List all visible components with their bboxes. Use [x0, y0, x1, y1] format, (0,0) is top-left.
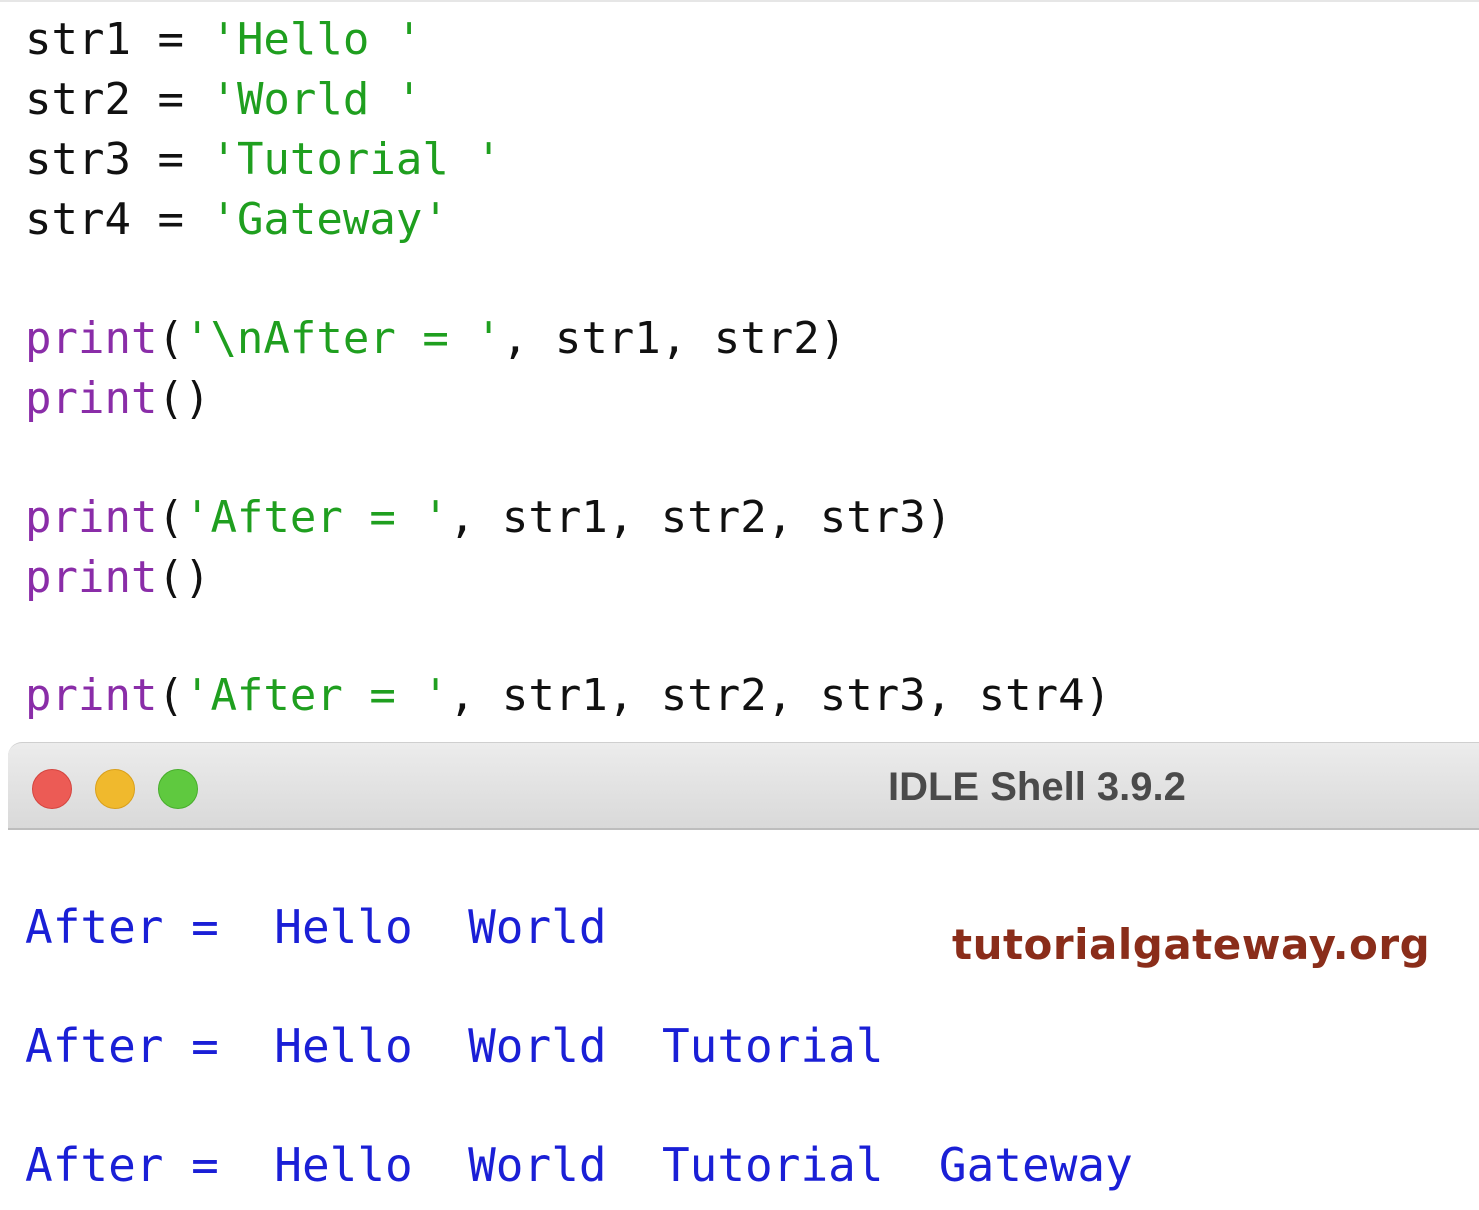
assign-operator: =: [130, 134, 211, 185]
code-line-str3: str3 = 'Tutorial ': [25, 130, 502, 190]
code-line-str2: str2 = 'World ': [25, 70, 422, 130]
code-line-str1: str1 = 'Hello ': [25, 10, 422, 70]
variable-name: str1: [25, 14, 131, 65]
print-keyword: print: [25, 373, 158, 424]
open-paren: (: [157, 492, 184, 543]
watermark-logo: tutorialgateway.org: [952, 920, 1431, 969]
shell-output-line: After = Hello World Tutorial Gateway: [25, 1138, 1133, 1192]
variable-name: str2: [25, 74, 131, 125]
print-args: , str1, str2): [501, 313, 847, 364]
shell-output-line: After = Hello World: [25, 900, 607, 954]
window-titlebar[interactable]: IDLE Shell 3.9.2: [8, 742, 1479, 830]
string-literal: 'Gateway': [210, 194, 449, 245]
print-args: (): [157, 552, 211, 603]
code-editor[interactable]: str1 = 'Hello ' str2 = 'World ' str3 = '…: [0, 0, 1479, 745]
maximize-window-button[interactable]: [158, 769, 198, 809]
string-literal: 'Hello ': [210, 14, 423, 65]
code-line-str4: str4 = 'Gateway': [25, 190, 449, 250]
code-line-print5: print('After = ', str1, str2, str3, str4…: [25, 666, 1111, 726]
close-window-button[interactable]: [32, 769, 72, 809]
open-paren: (: [157, 313, 184, 364]
assign-operator: =: [130, 14, 211, 65]
print-keyword: print: [25, 552, 158, 603]
minimize-window-button[interactable]: [95, 769, 135, 809]
print-args: , str1, str2, str3): [448, 492, 953, 543]
code-line-print2: print(): [25, 369, 210, 429]
idle-shell-window: IDLE Shell 3.9.2 After = Hello World tut…: [8, 742, 1479, 1210]
shell-output-line: After = Hello World Tutorial: [25, 1019, 884, 1073]
string-literal: 'After = ': [183, 670, 449, 721]
variable-name: str4: [25, 194, 131, 245]
print-keyword: print: [25, 492, 158, 543]
variable-name: str3: [25, 134, 131, 185]
code-line-print1: print('\nAfter = ', str1, str2): [25, 309, 846, 369]
assign-operator: =: [130, 74, 211, 125]
window-title: IDLE Shell 3.9.2: [888, 765, 1186, 809]
print-args: (): [157, 373, 211, 424]
print-keyword: print: [25, 313, 158, 364]
string-literal: '\nAfter = ': [183, 313, 502, 364]
string-literal: 'After = ': [183, 492, 449, 543]
print-keyword: print: [25, 670, 158, 721]
open-paren: (: [157, 670, 184, 721]
string-literal: 'Tutorial ': [210, 134, 502, 185]
code-line-print3: print('After = ', str1, str2, str3): [25, 488, 952, 548]
code-line-print4: print(): [25, 548, 210, 608]
assign-operator: =: [130, 194, 211, 245]
print-args: , str1, str2, str3, str4): [448, 670, 1112, 721]
string-literal: 'World ': [210, 74, 423, 125]
